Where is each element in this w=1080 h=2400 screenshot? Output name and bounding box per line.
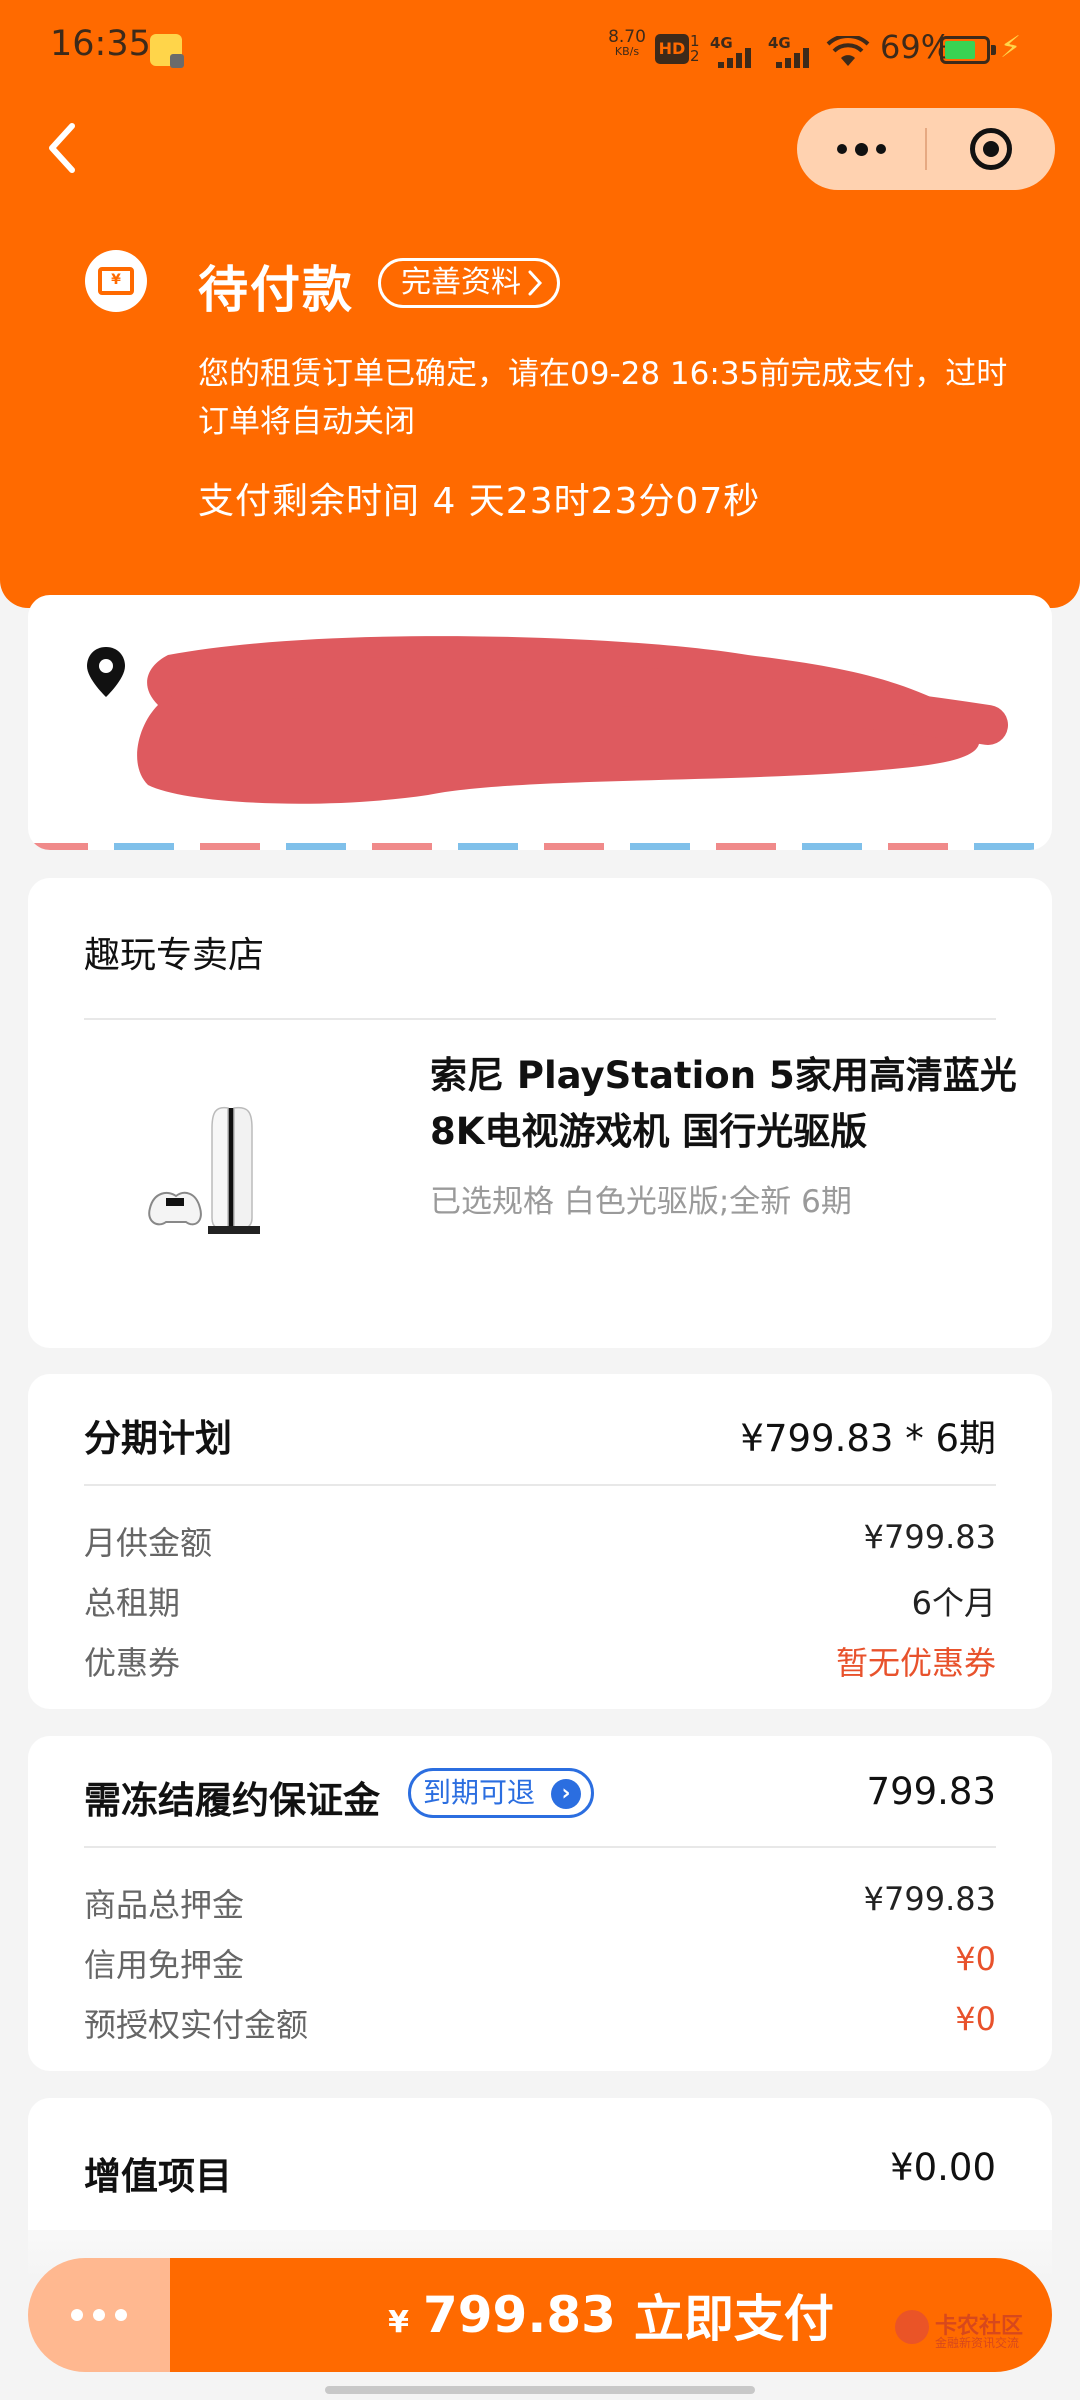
refundable-tag[interactable]: 到期可退 ›: [408, 1768, 595, 1818]
network-speed: 8.70 KB/s: [608, 27, 646, 58]
home-indicator[interactable]: [325, 2386, 755, 2394]
total-deposit-value: ¥799.83: [863, 1880, 996, 1918]
charging-bolt-icon: ⚡: [1000, 30, 1022, 65]
deposit-divider: [84, 1846, 996, 1848]
ps5-console-image[interactable]: [148, 1088, 308, 1248]
target-icon: [983, 141, 999, 157]
total-deposit-label: 商品总押金: [84, 1886, 245, 1924]
complete-info-button[interactable]: 完善资料: [378, 258, 560, 308]
pay-now-label: 立即支付: [633, 2290, 834, 2348]
credit-waiver-label: 信用免押金: [84, 1946, 245, 1984]
more-dots-icon: [71, 2309, 83, 2321]
coupon-label: 优惠券: [84, 1644, 181, 1682]
sim2-signal-icon: [776, 46, 814, 68]
payment-notice: 您的租赁订单已确定，请在09-28 16:35前完成支付，过时订单将自动关闭: [198, 356, 1008, 440]
chevron-left-icon: [49, 123, 75, 173]
hd-voice-icon: HD: [655, 34, 689, 64]
chevron-right-icon: [528, 270, 543, 296]
product-spec: 已选规格 白色光驱版;全新 6期: [430, 1184, 852, 1220]
capsule-divider: [925, 128, 927, 170]
product-name[interactable]: 索尼 PlayStation 5家用高清蓝光8K电视游戏机 国行光驱版: [430, 1048, 1020, 1160]
wifi-icon: [826, 36, 870, 66]
arrow-right-icon: ›: [551, 1779, 582, 1809]
order-status-header: 16:35 8.70 KB/s HD 1 2 4G 4G 69% ⚡ ¥ 待付款…: [0, 0, 1080, 608]
plan-summary: ¥799.83 * 6期: [740, 1417, 996, 1460]
more-actions-button[interactable]: [28, 2258, 170, 2372]
close-miniapp-button[interactable]: [970, 128, 1012, 170]
system-status-bar: 16:35 8.70 KB/s HD 1 2 4G 4G 69% ⚡: [0, 0, 1080, 100]
refundable-tag-label: 到期可退: [423, 1776, 536, 1809]
value-added-amount: ¥0.00: [890, 2146, 996, 2189]
more-dots-icon: [837, 144, 847, 154]
notification-app-icon: [150, 34, 184, 68]
monthly-amount-label: 月供金额: [84, 1524, 213, 1562]
pay-currency: ¥: [388, 2304, 409, 2340]
back-button[interactable]: [40, 118, 84, 178]
pay-amount: 799.83: [422, 2286, 616, 2344]
miniapp-capsule: [797, 108, 1055, 190]
watermark-subtitle: 金融新资讯交流: [935, 2336, 1020, 2350]
shop-name[interactable]: 趣玩专卖店: [84, 926, 264, 978]
payment-countdown: 支付剩余时间 4 天23时23分07秒: [198, 481, 761, 522]
status-time: 16:35: [50, 24, 151, 64]
address-card[interactable]: [28, 595, 1052, 850]
value-added-title: 增值项目: [84, 2155, 232, 2198]
hd-sim-index: 1 2: [690, 32, 700, 65]
shop-divider: [84, 1018, 996, 1020]
sim1-signal-icon: [718, 46, 756, 68]
preauth-paid-value: ¥0: [955, 2000, 996, 2038]
address-border-stripe: [28, 843, 1052, 850]
plan-title: 分期计划: [84, 1417, 232, 1460]
address-redaction: [137, 636, 1008, 804]
coupon-value[interactable]: 暂无优惠券: [836, 1638, 996, 1684]
community-watermark: 卡农社区 金融新资讯交流: [895, 2306, 1045, 2358]
more-button[interactable]: [797, 108, 926, 190]
battery-icon: [940, 36, 996, 64]
preauth-paid-label: 预授权实付金额: [84, 2006, 309, 2044]
location-pin-icon: [87, 647, 125, 697]
installment-plan-card: 分期计划 ¥799.83 * 6期 月供金额 ¥799.83 总租期 6个月 优…: [28, 1374, 1052, 1709]
total-term-value: 6个月: [911, 1584, 996, 1622]
monthly-amount-value: ¥799.83: [863, 1518, 996, 1556]
wallet-icon: ¥: [85, 250, 147, 312]
total-term-label: 总租期: [84, 1584, 181, 1622]
deposit-title: 需冻结履约保证金: [84, 1779, 380, 1822]
order-status-title: 待付款: [198, 261, 354, 319]
deposit-card: 需冻结履约保证金 到期可退 › 799.83 商品总押金 ¥799.83 信用免…: [28, 1736, 1052, 2071]
plan-divider: [84, 1484, 996, 1486]
complete-info-label: 完善资料: [401, 265, 521, 300]
shop-card: 趣玩专卖店 索尼 PlayStation 5家用高清蓝光8K电视游戏机 国行光驱…: [28, 878, 1052, 1348]
deposit-amount: 799.83: [866, 1770, 996, 1813]
credit-waiver-value: ¥0: [955, 1940, 996, 1978]
watermark-logo-icon: [895, 2310, 929, 2344]
